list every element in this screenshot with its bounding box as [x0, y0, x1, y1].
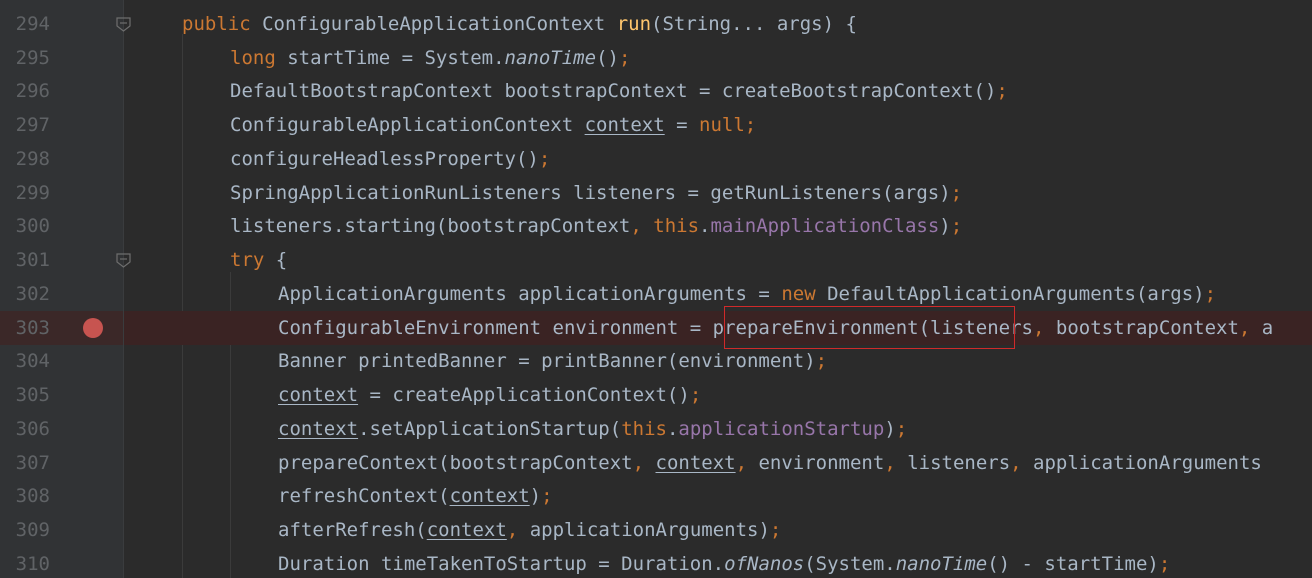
code-line[interactable]: 298 configureHeadlessProperty(); [0, 142, 1312, 176]
code-text[interactable]: DefaultBootstrapContext bootstrapContext… [230, 74, 1008, 108]
code-line[interactable]: 309 afterRefresh(context, applicationArg… [0, 513, 1312, 547]
code-line[interactable]: 296 DefaultBootstrapContext bootstrapCon… [0, 74, 1312, 108]
code-line[interactable]: 300 listeners.starting(bootstrapContext,… [0, 209, 1312, 243]
code-line[interactable]: 294 public ConfigurableApplicationContex… [0, 7, 1312, 41]
fold-collapse-icon[interactable] [115, 16, 132, 33]
line-number[interactable]: 295 [0, 41, 50, 75]
code-text[interactable]: long startTime = System.nanoTime(); [230, 41, 630, 75]
code-text[interactable]: try { [230, 243, 287, 277]
code-text[interactable]: context = createApplicationContext(); [278, 378, 701, 412]
code-line[interactable]: 302 ApplicationArguments applicationArgu… [0, 277, 1312, 311]
line-number[interactable]: 296 [0, 74, 50, 108]
code-line[interactable]: 297 ConfigurableApplicationContext conte… [0, 108, 1312, 142]
code-line[interactable]: 299 SpringApplicationRunListeners listen… [0, 176, 1312, 210]
code-text[interactable]: prepareContext(bootstrapContext, context… [278, 446, 1262, 480]
code-line[interactable]: 310 Duration timeTakenToStartup = Durati… [0, 547, 1312, 578]
line-number[interactable]: 304 [0, 344, 50, 378]
line-number[interactable]: 307 [0, 446, 50, 480]
breakpoint-icon[interactable] [83, 318, 103, 338]
code-text[interactable]: context.setApplicationStartup(this.appli… [278, 412, 907, 446]
code-text[interactable]: Banner printedBanner = printBanner(envir… [278, 344, 827, 378]
line-number[interactable]: 303 [0, 311, 50, 345]
code-line[interactable]: 308 refreshContext(context); [0, 479, 1312, 513]
code-text[interactable]: listeners.starting(bootstrapContext, thi… [230, 209, 962, 243]
fold-collapse-icon[interactable] [115, 252, 132, 269]
line-number[interactable]: 306 [0, 412, 50, 446]
code-text[interactable]: ConfigurableApplicationContext context =… [230, 108, 756, 142]
line-number[interactable]: 310 [0, 547, 50, 578]
line-number[interactable]: 294 [0, 7, 50, 41]
code-text[interactable]: SpringApplicationRunListeners listeners … [230, 176, 962, 210]
code-text[interactable]: public ConfigurableApplicationContext ru… [182, 7, 857, 41]
line-number[interactable]: 297 [0, 108, 50, 142]
code-line[interactable]: 305 context = createApplicationContext()… [0, 378, 1312, 412]
line-number[interactable]: 305 [0, 378, 50, 412]
code-line[interactable]: 295 long startTime = System.nanoTime(); [0, 41, 1312, 75]
line-number[interactable]: 301 [0, 243, 50, 277]
code-line[interactable]: 306 context.setApplicationStartup(this.a… [0, 412, 1312, 446]
code-text[interactable]: refreshContext(context); [278, 479, 553, 513]
code-line[interactable]: 307 prepareContext(bootstrapContext, con… [0, 446, 1312, 480]
code-line[interactable]: 304 Banner printedBanner = printBanner(e… [0, 344, 1312, 378]
line-number[interactable]: 300 [0, 209, 50, 243]
code-text[interactable]: Duration timeTakenToStartup = Duration.o… [278, 547, 1170, 578]
line-number[interactable]: 309 [0, 513, 50, 547]
code-text[interactable]: afterRefresh(context, applicationArgumen… [278, 513, 781, 547]
code-editor[interactable]: 294 public ConfigurableApplicationContex… [0, 0, 1312, 578]
code-text[interactable]: configureHeadlessProperty(); [230, 142, 550, 176]
code-line-breakpoint[interactable]: 303 ConfigurableEnvironment environment … [0, 311, 1312, 345]
code-text[interactable]: ConfigurableEnvironment environment = pr… [278, 311, 1273, 345]
code-line[interactable]: 301 try { [0, 243, 1312, 277]
code-text[interactable]: ApplicationArguments applicationArgument… [278, 277, 1216, 311]
line-number[interactable]: 308 [0, 479, 50, 513]
line-number[interactable]: 298 [0, 142, 50, 176]
line-number[interactable]: 302 [0, 277, 50, 311]
line-number[interactable]: 299 [0, 176, 50, 210]
